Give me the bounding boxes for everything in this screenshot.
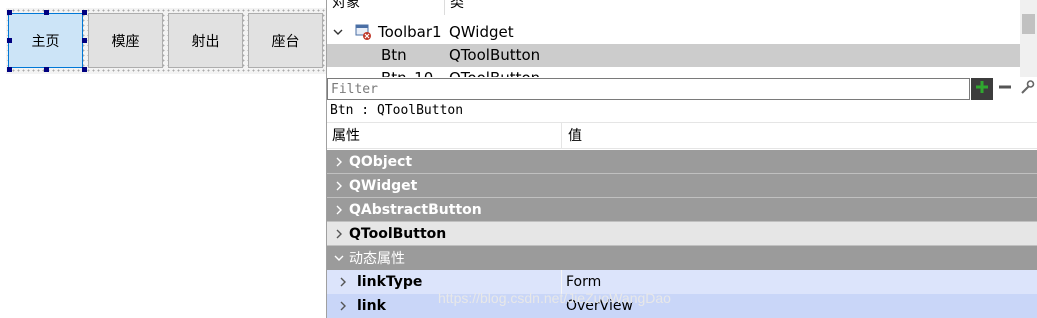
property-group-label: QToolButton (349, 225, 447, 242)
chevron-right-icon[interactable] (331, 204, 347, 216)
plus-icon (974, 79, 990, 99)
tree-row-class: QToolButton (449, 46, 541, 64)
chevron-right-icon[interactable] (331, 228, 347, 240)
scrollbar-thumb[interactable] (1022, 14, 1035, 34)
tree-row-name: Toolbar1 (378, 23, 442, 41)
watermark: https://blog.csdn.net/JieZuoWangDao (438, 290, 671, 306)
toolbar-button-inject[interactable]: 射出 (168, 13, 243, 68)
configure-button[interactable] (1016, 78, 1037, 100)
resize-handle-nw[interactable] (7, 10, 12, 15)
property-editor-header: 属性 值 (327, 122, 1037, 149)
property-row-linktype[interactable]: linkType Form (327, 270, 1037, 294)
property-group-label: QWidget (349, 177, 418, 194)
property-group-label: 动态属性 (349, 251, 405, 267)
chevron-right-icon[interactable] (331, 156, 347, 168)
tree-row-class: QToolButton (449, 67, 540, 77)
object-inspector-header: 对象 类 (327, 0, 1022, 15)
tree-row-toolbar1[interactable]: Toolbar1 QWidget (327, 21, 1020, 44)
toolbar-button-home[interactable]: 主页 (8, 13, 83, 68)
filter-input[interactable] (327, 78, 970, 100)
toolbar-button-mold[interactable]: 模座 (88, 13, 163, 68)
toolbar-button-label: 模座 (111, 33, 140, 50)
resize-handle-ne[interactable] (82, 10, 87, 15)
tree-row-btn[interactable]: Btn QToolButton (327, 44, 1020, 67)
property-group-qwidget[interactable]: QWidget (327, 174, 1037, 198)
toolbar-button-label: 射出 (191, 33, 220, 50)
remove-property-button[interactable] (994, 78, 1016, 100)
column-header-class[interactable]: 类 (445, 0, 464, 15)
resize-handle-w[interactable] (7, 38, 12, 43)
property-group-dynamic[interactable]: 动态属性 (327, 246, 1037, 270)
current-object-label: Btn : QToolButton (330, 103, 464, 118)
column-divider[interactable] (561, 123, 562, 149)
property-name: link (357, 298, 386, 314)
tree-row-name: Btn_10 (381, 67, 433, 77)
property-group-qtoolbutton[interactable]: QToolButton (327, 222, 1037, 246)
minus-icon (997, 79, 1013, 99)
add-property-button[interactable] (971, 78, 993, 100)
resize-handle-n[interactable] (44, 10, 49, 15)
tree-row-class: QWidget (449, 23, 514, 41)
property-row-link[interactable]: link OverView (327, 294, 1037, 318)
tree-row-name: Btn (381, 46, 407, 64)
property-name: linkType (357, 274, 423, 290)
wrench-icon (1019, 79, 1035, 99)
resize-handle-e[interactable] (82, 38, 87, 43)
column-header-property[interactable]: 属性 (332, 123, 360, 149)
resize-handle-sw[interactable] (7, 67, 12, 72)
column-header-value[interactable]: 值 (568, 123, 582, 149)
chevron-down-icon[interactable] (331, 254, 347, 262)
chevron-right-icon[interactable] (335, 300, 351, 312)
form-canvas[interactable]: 主页 模座 射出 座台 (0, 0, 326, 318)
tree-row-btn-10[interactable]: Btn_10 QToolButton (327, 67, 1020, 77)
resize-handle-se[interactable] (82, 67, 87, 72)
filter-bar (327, 78, 1037, 101)
resize-handle-s[interactable] (44, 67, 49, 72)
vertical-scrollbar[interactable] (1020, 0, 1037, 77)
property-group-label: QAbstractButton (349, 201, 482, 218)
chevron-right-icon[interactable] (335, 276, 351, 288)
chevron-right-icon[interactable] (331, 180, 347, 192)
property-group-qabstractbutton[interactable]: QAbstractButton (327, 198, 1037, 222)
toolbar-widget[interactable]: 主页 模座 射出 座台 (6, 8, 326, 74)
toolbar-button-label: 主页 (31, 33, 60, 50)
toolbar-button-label: 座台 (271, 33, 300, 50)
property-group-label: QObject (349, 153, 413, 170)
object-inspector[interactable]: 对象 类 Toolbar1 QWidget Btn QToolButton (327, 0, 1037, 77)
property-group-qobject[interactable]: QObject (327, 150, 1037, 174)
toolbar-button-seat[interactable]: 座台 (248, 13, 323, 68)
column-header-object[interactable]: 对象 (327, 0, 445, 15)
inspector-panel: 对象 类 Toolbar1 QWidget Btn QToolButton Fi… (326, 0, 1037, 318)
